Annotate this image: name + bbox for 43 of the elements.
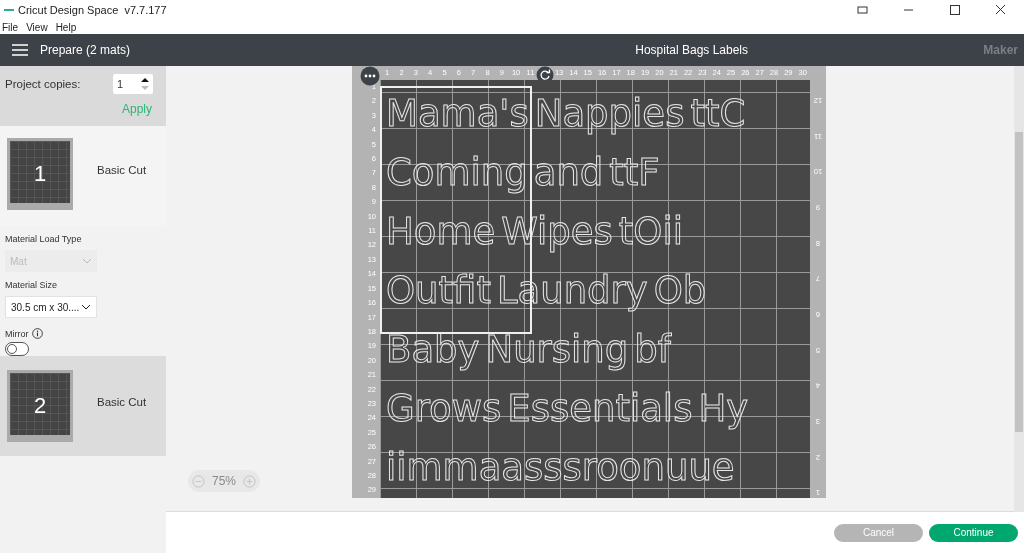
- mat-item[interactable]: 2 Basic Cut: [0, 356, 166, 456]
- copies-field[interactable]: 1: [113, 74, 153, 94]
- cut-text[interactable]: Mama's: [386, 92, 529, 135]
- field-label: Material Load Type: [5, 234, 83, 244]
- mirror-toggle[interactable]: [5, 342, 29, 356]
- mat-number: 1: [33, 161, 47, 187]
- more-options-icon[interactable]: [360, 66, 380, 86]
- menu-item[interactable]: Help: [55, 21, 77, 33]
- cut-text[interactable]: tOii: [618, 210, 684, 253]
- cut-text[interactable]: Hy: [698, 387, 749, 430]
- cut-text[interactable]: Ob: [653, 269, 707, 312]
- cut-text[interactable]: Coming: [386, 151, 528, 194]
- cut-text[interactable]: Grows: [386, 387, 502, 430]
- cut-text[interactable]: Nappies: [534, 92, 685, 135]
- menu-item[interactable]: View: [26, 21, 48, 33]
- menu-item[interactable]: File: [2, 21, 19, 33]
- chevron-icon: [81, 304, 91, 310]
- cut-text[interactable]: iimmaasssroonuue: [386, 446, 735, 489]
- cut-text[interactable]: Nursing: [485, 328, 629, 371]
- info-icon[interactable]: [31, 328, 43, 339]
- cut-text[interactable]: Outfit: [386, 269, 491, 312]
- scrollbar[interactable]: [1014, 66, 1024, 512]
- zoom-level: 75%: [211, 474, 236, 488]
- cut-text[interactable]: and: [533, 151, 604, 194]
- cut-text[interactable]: Essentials: [507, 387, 693, 430]
- mirror-label: Mirror: [5, 328, 29, 339]
- mat-number: 2: [33, 393, 47, 419]
- copies-label: Project copies:: [5, 78, 82, 90]
- page-title: Prepare (2 mats): [40, 43, 132, 57]
- chevron-icon: [82, 258, 92, 264]
- project-name: Hospital Bags Labels: [634, 43, 749, 57]
- mat-mode: Basic Cut: [97, 396, 147, 408]
- window-title: Cricut Design Space v7.7.177: [18, 4, 167, 16]
- cut-text[interactable]: ttC: [690, 92, 746, 135]
- menu-icon[interactable]: [12, 44, 28, 56]
- cut-text[interactable]: ttF: [609, 151, 660, 194]
- field-label: Material Size: [5, 280, 59, 290]
- cut-text[interactable]: Home: [386, 210, 496, 253]
- material-size-dropdown[interactable]: 30.5 cm x 30....: [5, 296, 97, 318]
- mat-mode: Basic Cut: [97, 164, 147, 176]
- cut-text[interactable]: Baby: [386, 328, 480, 371]
- stepper-icon[interactable]: [141, 77, 149, 91]
- cut-text[interactable]: bf: [634, 328, 671, 371]
